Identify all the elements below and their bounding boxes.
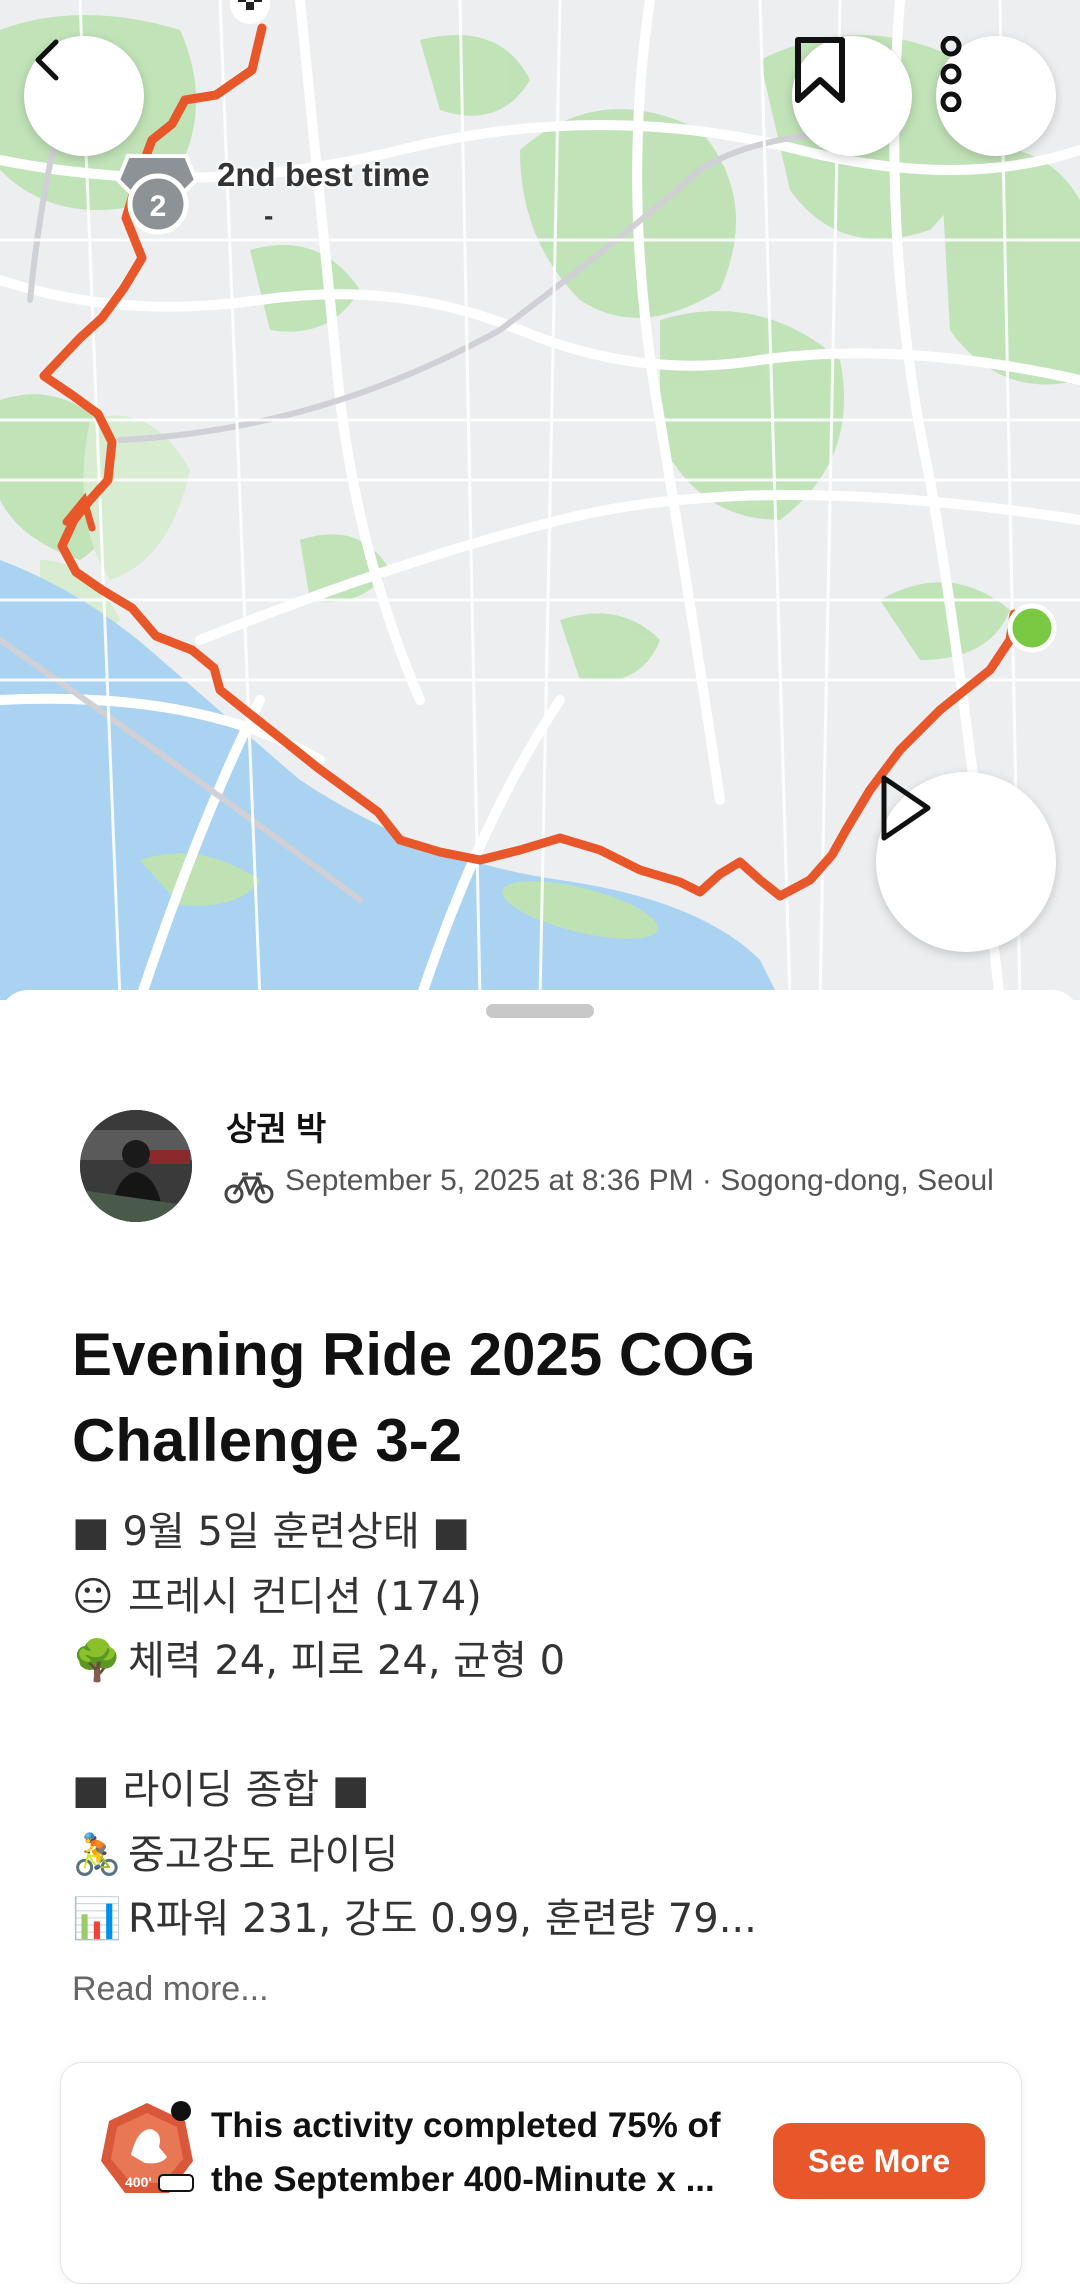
chevron-left-icon bbox=[35, 39, 59, 81]
read-more-link[interactable]: Read more... bbox=[72, 1970, 269, 2009]
more-options-button[interactable] bbox=[936, 36, 1056, 156]
bike-icon bbox=[224, 1172, 274, 1204]
description-line: ■ 9월 5일 훈련상태 ■ bbox=[72, 1509, 471, 1555]
medal-label: 2nd best time bbox=[217, 156, 430, 193]
medal-sub: - bbox=[264, 200, 274, 231]
route-map[interactable]: 2 2nd best time - bbox=[0, 0, 1080, 1000]
bookmark-icon bbox=[795, 37, 845, 103]
back-button[interactable] bbox=[24, 36, 144, 156]
activity-sheet: 상권 박 September 5, 2025 at 8:36 PM · Sogo… bbox=[0, 990, 1080, 2284]
description-line: 😐 프레시 컨디션 (174) bbox=[72, 1573, 482, 1620]
play-icon bbox=[881, 775, 931, 841]
description-line: ■ 라이딩 종합 ■ bbox=[72, 1767, 370, 1813]
see-more-button[interactable]: See More bbox=[773, 2123, 985, 2199]
medal-number: 2 bbox=[150, 190, 167, 223]
more-vertical-icon bbox=[940, 36, 962, 112]
challenge-badge-icon: 400' bbox=[101, 2101, 194, 2193]
activity-title: Evening Ride 2025 COG Challenge 3-2 bbox=[72, 1321, 756, 1474]
description-line bbox=[72, 1694, 1032, 1759]
athlete-name[interactable]: 상권 박 bbox=[226, 1102, 326, 1150]
athlete-avatar[interactable] bbox=[80, 1110, 192, 1222]
svg-text:400': 400' bbox=[125, 2174, 152, 2190]
start-marker bbox=[1007, 603, 1057, 653]
play-flyover-button[interactable] bbox=[876, 772, 1056, 952]
activity-description: ■ 9월 5일 훈련상태 ■ 😐 프레시 컨디션 (174) 🌳 체력 24, 피로… bbox=[72, 1500, 1032, 1952]
description-line: 🚴 중고강도 라이딩 bbox=[72, 1831, 399, 1878]
bookmark-button[interactable] bbox=[792, 36, 912, 156]
description-line: 🌳 체력 24, 피로 24, 균형 0 bbox=[72, 1638, 566, 1684]
description-line: 📊 R파워 231, 강도 0.99, 훈련량 79... bbox=[72, 1896, 757, 1942]
challenge-text: This activity completed 75% of the Septe… bbox=[211, 2106, 721, 2199]
challenge-card[interactable]: 400' This activity completed 75% of the … bbox=[60, 2062, 1022, 2284]
activity-meta: September 5, 2025 at 8:36 PM · Sogong-do… bbox=[285, 1164, 994, 1197]
sheet-drag-handle[interactable] bbox=[486, 1004, 594, 1018]
